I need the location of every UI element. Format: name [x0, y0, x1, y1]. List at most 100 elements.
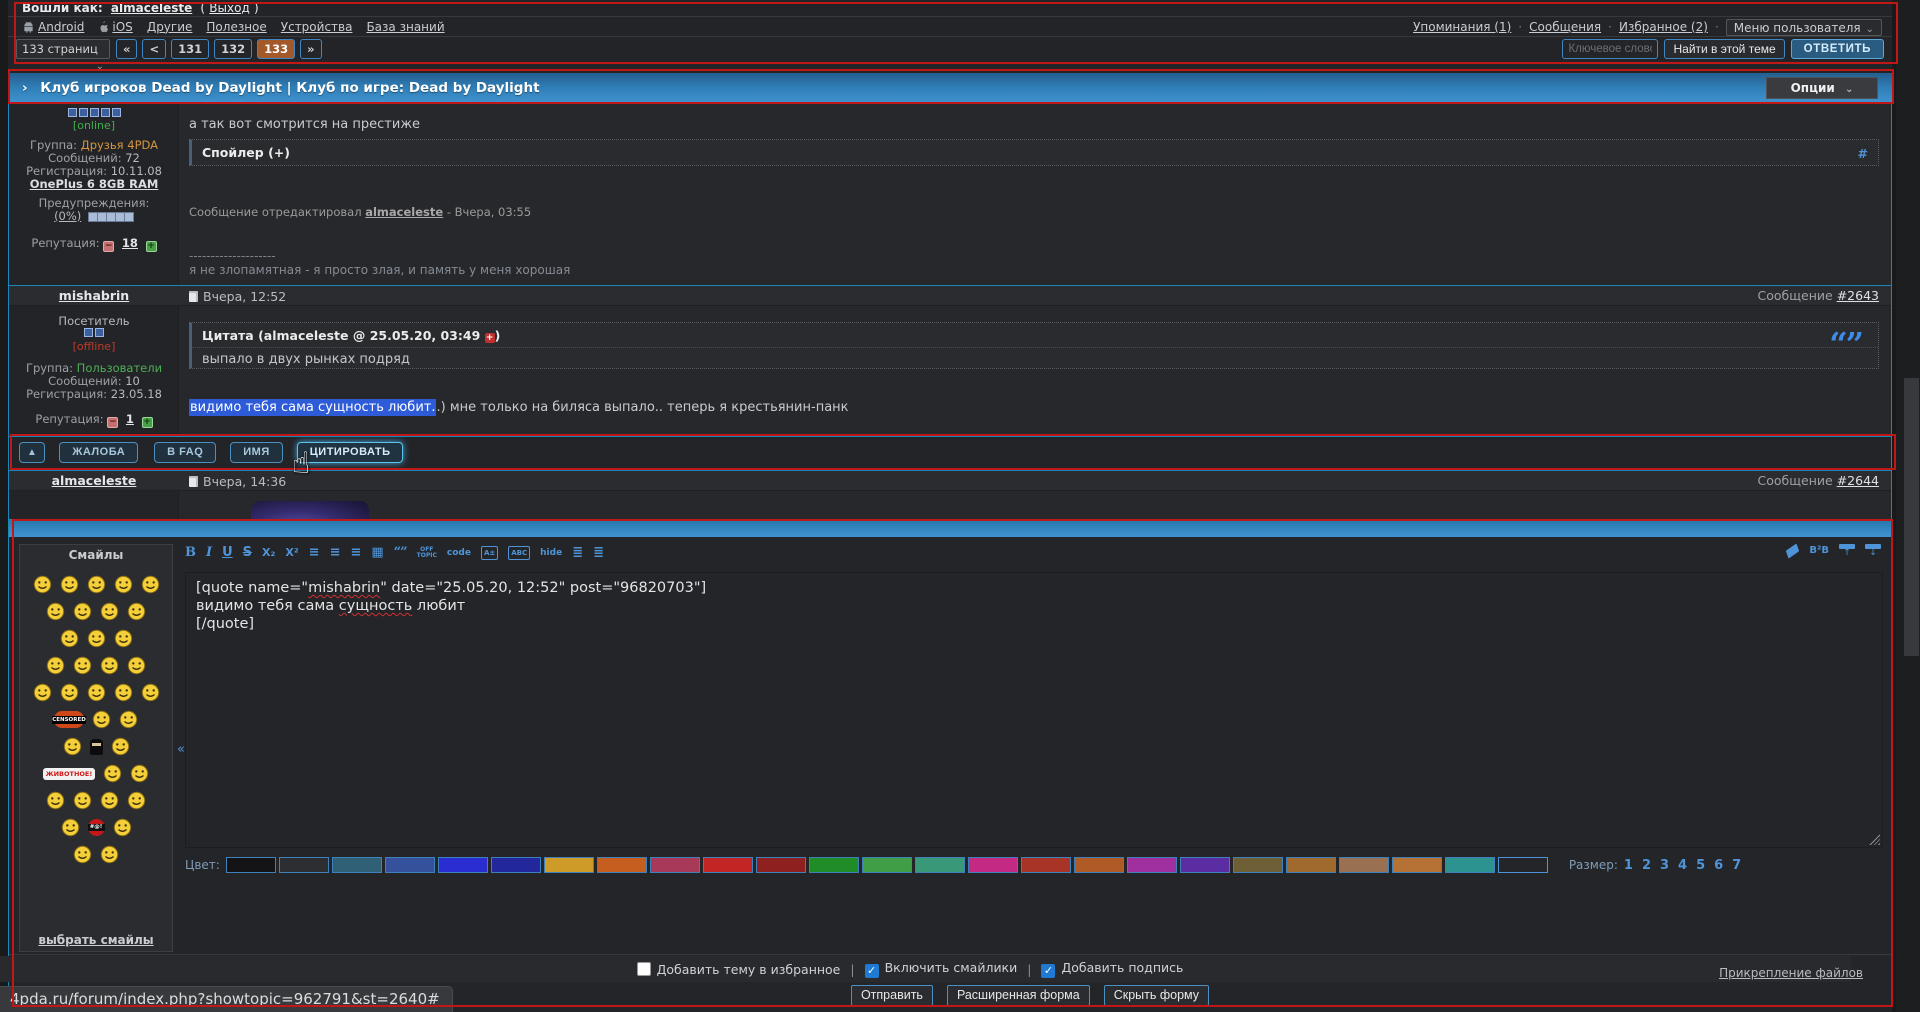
align-right-icon[interactable]: ≡	[350, 545, 361, 560]
smiley-icon[interactable]	[63, 737, 82, 756]
smiley-icon[interactable]	[130, 764, 149, 783]
smiley-icon[interactable]	[87, 683, 106, 702]
nav-link-упоминания-1[interactable]: Упоминания (1)	[1413, 18, 1511, 37]
translit-icon[interactable]: B²B	[1809, 545, 1829, 556]
reply-button[interactable]: ОТВЕТИТЬ	[1791, 39, 1884, 59]
nav-link-ios[interactable]: iOS	[98, 18, 132, 37]
rep-plus-icon[interactable]: +	[142, 417, 153, 428]
smiley-icon[interactable]	[100, 845, 119, 864]
smiley-icon[interactable]	[73, 602, 92, 621]
logout-link[interactable]: Выход	[209, 1, 249, 15]
smiley-icon[interactable]	[60, 629, 79, 648]
font-size-6[interactable]: 6	[1714, 858, 1723, 873]
attach-files-link[interactable]: Прикрепление файлов	[1719, 966, 1863, 980]
color-swatch[interactable]	[1180, 857, 1230, 873]
smiley-icon[interactable]	[111, 737, 130, 756]
warn-percent-link[interactable]: (0%)	[54, 209, 81, 223]
color-swatch[interactable]	[491, 857, 541, 873]
nav-link-полезное[interactable]: Полезное	[206, 18, 266, 37]
underline-icon[interactable]: U	[222, 545, 233, 560]
color-swatch[interactable]	[1127, 857, 1177, 873]
superscript-icon[interactable]: X²	[285, 546, 298, 559]
smiley-icon[interactable]	[46, 656, 65, 675]
smiley-icon[interactable]	[114, 575, 133, 594]
scroll-top-button[interactable]: ▲	[19, 442, 45, 463]
message-textarea[interactable]: [quote name="mishabrin" date="25.05.20, …	[185, 572, 1883, 848]
rep-plus-icon[interactable]: +	[146, 241, 157, 252]
hide-form-button[interactable]: Скрыть форму	[1104, 985, 1209, 1006]
color-swatch[interactable]	[1445, 857, 1495, 873]
smiley-icon[interactable]	[87, 575, 106, 594]
smiley-icon[interactable]	[100, 602, 119, 621]
resize-grip[interactable]	[1869, 834, 1880, 845]
user-menu-dropdown[interactable]: Меню пользователя⌄	[1726, 19, 1882, 36]
smiley-icon[interactable]	[113, 818, 132, 837]
smiley-icon[interactable]	[114, 629, 133, 648]
italic-icon[interactable]: I	[206, 545, 212, 560]
color-swatch[interactable]	[597, 857, 647, 873]
smiley-icon[interactable]	[73, 656, 92, 675]
censored-smiley-icon[interactable]: CENSORED	[54, 711, 84, 728]
insert-code-icon[interactable]: code	[447, 548, 471, 558]
rep-value-link[interactable]: 18	[122, 236, 138, 250]
smiley-icon[interactable]	[103, 764, 122, 783]
color-swatch[interactable]	[756, 857, 806, 873]
post-author-link[interactable]: almaceleste	[9, 471, 179, 490]
smiley-icon[interactable]	[141, 683, 160, 702]
font-size-4[interactable]: 4	[1678, 858, 1687, 873]
pages-select[interactable]: 133 страниц ⌄	[16, 39, 110, 59]
color-swatch[interactable]	[1021, 857, 1071, 873]
page-number-133[interactable]: 133	[257, 39, 295, 59]
align-left-icon[interactable]: ≡	[309, 545, 320, 560]
color-swatch[interactable]	[1286, 857, 1336, 873]
find-in-topic-button[interactable]: Найти в этой теме	[1664, 39, 1784, 59]
rep-minus-icon[interactable]: −	[107, 417, 118, 428]
animal-smiley-icon[interactable]: ЖИВОТНОЕ!	[43, 768, 96, 780]
smiley-icon[interactable]	[87, 629, 106, 648]
insert-image-icon[interactable]: ▦	[371, 545, 383, 560]
checkbox-unchecked[interactable]	[637, 962, 651, 976]
hide-icon[interactable]: hide	[540, 548, 562, 558]
smiley-icon[interactable]	[73, 791, 92, 810]
color-swatch[interactable]	[438, 857, 488, 873]
checkbox-checked[interactable]: ✓	[1041, 964, 1055, 978]
color-swatch[interactable]	[1392, 857, 1442, 873]
ninja-smiley-icon[interactable]	[90, 739, 103, 755]
smiley-icon[interactable]	[114, 683, 133, 702]
strikethrough-icon[interactable]: S	[243, 545, 252, 560]
color-swatch[interactable]	[279, 857, 329, 873]
user-device-link[interactable]: OnePlus 6 8GB RAM	[30, 177, 159, 191]
quote-button[interactable]: ЦИТИРОВАТЬ	[297, 442, 404, 463]
page-first-button[interactable]: «	[116, 39, 137, 59]
smiley-icon[interactable]	[127, 791, 146, 810]
nav-link-сообщения[interactable]: Сообщения	[1529, 18, 1601, 37]
rep-value-link[interactable]: 1	[126, 412, 134, 426]
color-swatch[interactable]	[862, 857, 912, 873]
text-color-icon[interactable]: A±	[481, 546, 498, 560]
color-swatch[interactable]	[1339, 857, 1389, 873]
smiley-icon[interactable]	[119, 710, 138, 729]
smiley-icon[interactable]	[33, 683, 52, 702]
color-swatch[interactable]	[1074, 857, 1124, 873]
smiley-icon[interactable]	[60, 575, 79, 594]
nav-link-избранное-2[interactable]: Избранное (2)	[1619, 18, 1708, 37]
color-swatch[interactable]	[809, 857, 859, 873]
smiley-icon[interactable]	[61, 818, 80, 837]
font-size-5[interactable]: 5	[1696, 858, 1705, 873]
align-center-icon[interactable]: ≡	[330, 545, 341, 560]
spoiler-header[interactable]: Спойлер (+)	[192, 140, 1878, 164]
color-swatch[interactable]	[544, 857, 594, 873]
font-size-7[interactable]: 7	[1732, 858, 1741, 873]
color-swatch[interactable]	[1498, 857, 1548, 873]
search-input[interactable]	[1562, 39, 1658, 59]
message-id-link[interactable]: #2644	[1837, 473, 1879, 488]
spoiler-block[interactable]: Спойлер (+) #	[189, 139, 1879, 166]
rep-minus-icon[interactable]: −	[103, 241, 114, 252]
font-size-1[interactable]: 1	[1624, 858, 1633, 873]
options-button[interactable]: Опции ⌄	[1766, 77, 1878, 99]
insert-quote-icon[interactable]: “”	[394, 545, 407, 560]
swear-smiley-icon[interactable]: #@!	[88, 819, 105, 836]
panel-up-icon[interactable]: ↑	[1839, 544, 1855, 557]
faq-button[interactable]: В FAQ	[154, 442, 216, 463]
smiley-icon[interactable]	[60, 683, 79, 702]
